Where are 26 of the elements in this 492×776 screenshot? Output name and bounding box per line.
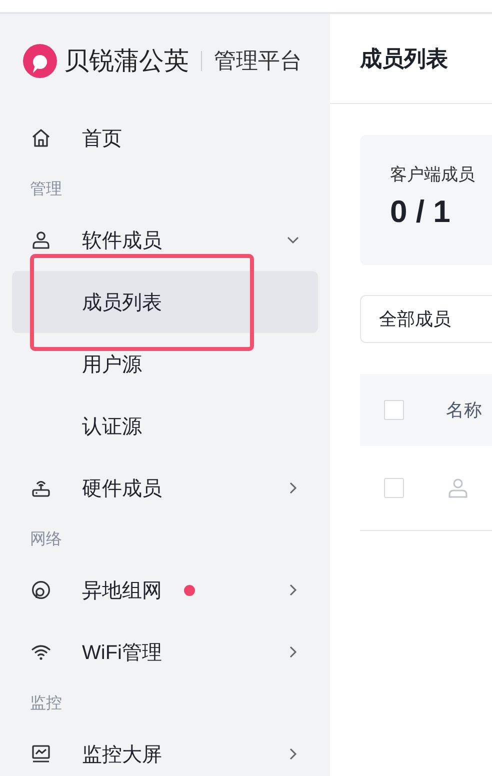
home-icon xyxy=(30,127,52,149)
monitor-icon xyxy=(30,743,52,765)
product-name: 管理平台 xyxy=(214,46,302,74)
page-title: 成员列表 xyxy=(360,44,448,72)
stat-label: 客户端成员 xyxy=(390,164,476,186)
section-label: 网络 xyxy=(30,530,62,550)
stat-value: 0 / 1 xyxy=(390,194,452,230)
brand-name: 贝锐蒲公英 xyxy=(64,46,189,77)
logo-icon xyxy=(22,42,58,78)
network-icon xyxy=(30,579,52,601)
menu-item[interactable]: 异地组网 xyxy=(12,559,318,621)
submenu-item[interactable]: 用户源 xyxy=(12,333,318,395)
checkbox[interactable] xyxy=(384,478,404,498)
menu-item[interactable]: 软件成员 xyxy=(12,209,318,271)
column-header: 名称 xyxy=(446,399,482,422)
section-label: 监控 xyxy=(30,694,62,714)
user-icon xyxy=(30,229,52,251)
menu-item[interactable]: 硬件成员 xyxy=(12,457,318,519)
menu-item[interactable]: 监控大屏 xyxy=(12,723,318,776)
checkbox[interactable] xyxy=(384,400,404,420)
submenu-item[interactable]: 认证源 xyxy=(12,395,318,457)
menu-item[interactable]: WiFi管理 xyxy=(12,621,318,683)
section-label: 管理 xyxy=(30,180,62,200)
member-filter-dropdown[interactable]: 全部成员 xyxy=(360,295,492,343)
menu-item[interactable]: 首页 xyxy=(12,107,318,169)
submenu-item[interactable]: 成员列表 xyxy=(12,271,318,333)
